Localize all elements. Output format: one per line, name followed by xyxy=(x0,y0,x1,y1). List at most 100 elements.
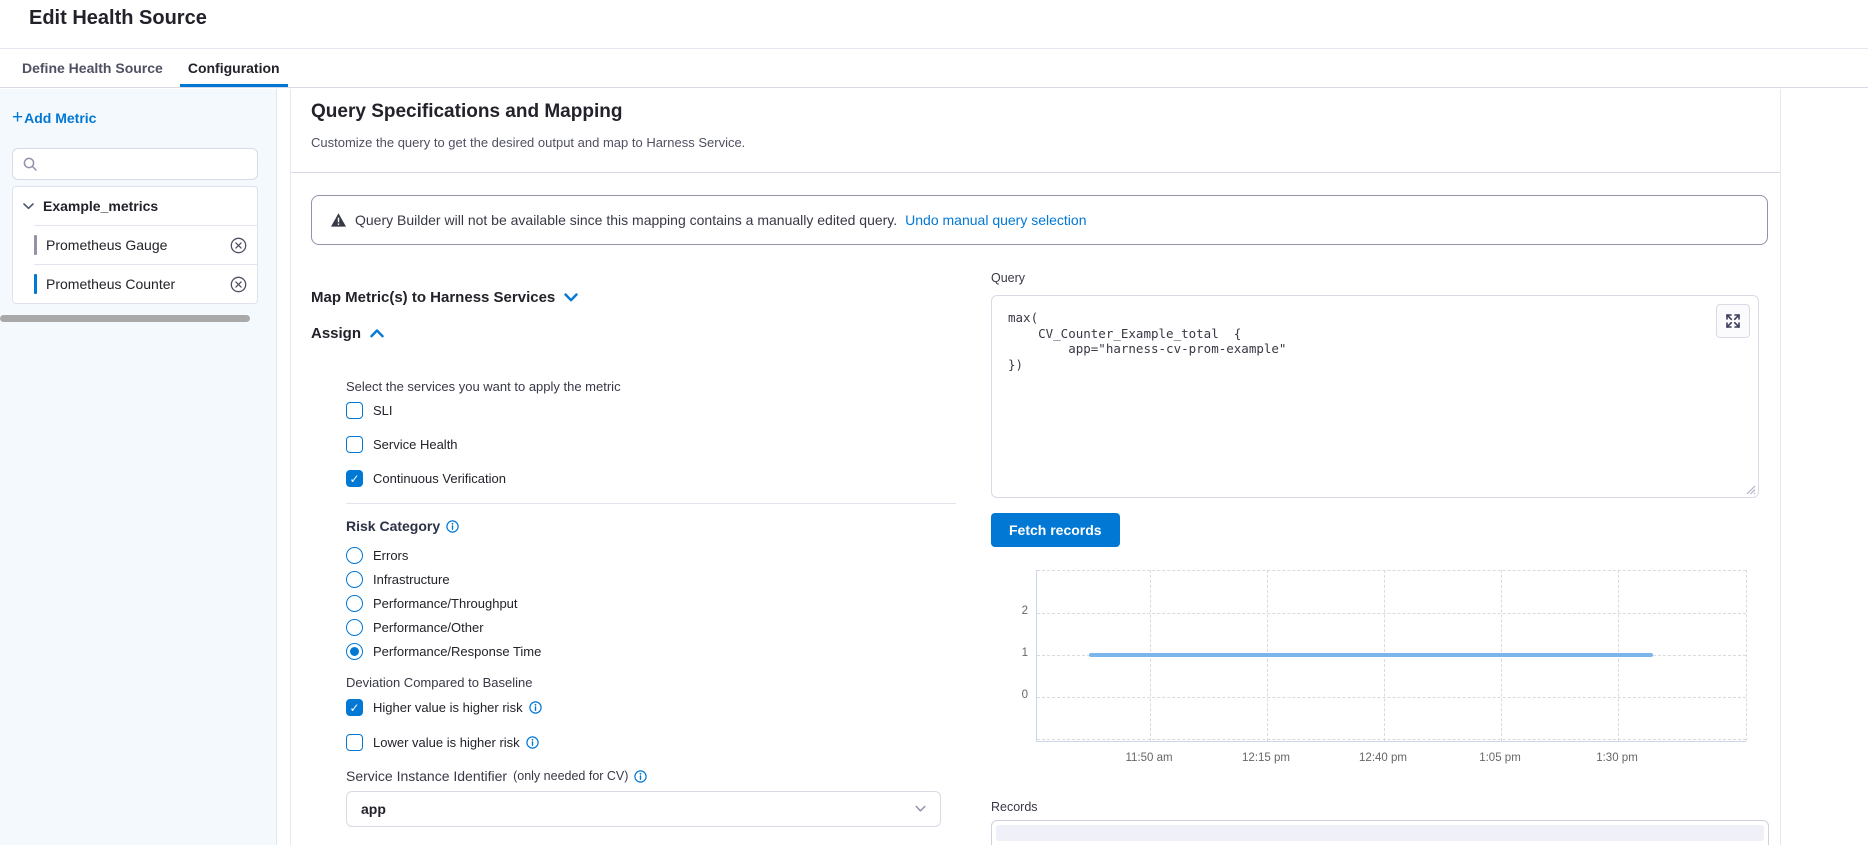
section-heading: Query Specifications and Mapping xyxy=(311,101,622,123)
metric-item-prometheus-counter[interactable]: Prometheus Counter xyxy=(13,265,257,303)
radio-circle xyxy=(346,619,363,636)
query-textarea[interactable]: max( CV_Counter_Example_total { app="har… xyxy=(991,295,1759,498)
radio-label: Infrastructure xyxy=(373,572,450,587)
add-metric-button[interactable]: Add Metric xyxy=(12,110,96,126)
radio-errors[interactable]: Errors xyxy=(346,547,408,564)
checkbox-lower-value-higher-risk[interactable]: Lower value is higher risk xyxy=(346,734,539,751)
checkbox-box xyxy=(346,734,363,751)
warning-text: Query Builder will not be available sinc… xyxy=(355,212,897,228)
checkbox-label: Lower value is higher risk xyxy=(373,735,520,750)
info-icon[interactable] xyxy=(446,520,459,533)
select-chevron-icon xyxy=(915,805,926,813)
radio-label: Performance/Response Time xyxy=(373,644,541,659)
services-select-label: Select the services you want to apply th… xyxy=(346,379,621,394)
query-label: Query xyxy=(991,271,1025,285)
info-icon[interactable] xyxy=(634,770,647,783)
assign-section-toggle[interactable]: Assign xyxy=(311,325,384,342)
query-text: max( CV_Counter_Example_total { app="har… xyxy=(1008,310,1286,372)
gridline xyxy=(1037,613,1746,614)
main-panel: Query Specifications and Mapping Customi… xyxy=(290,89,1781,845)
checkbox-label: Higher value is higher risk xyxy=(373,700,523,715)
undo-manual-query-link[interactable]: Undo manual query selection xyxy=(905,212,1086,228)
metric-group-label: Example_metrics xyxy=(43,198,158,214)
radio-performance-response-time[interactable]: Performance/Response Time xyxy=(346,643,541,660)
risk-category-label: Risk Category xyxy=(346,518,459,534)
select-value: app xyxy=(361,801,386,817)
edit-health-source-page: Edit Health Source Define Health Source … xyxy=(0,0,1868,845)
radio-infrastructure[interactable]: Infrastructure xyxy=(346,571,450,588)
radio-circle xyxy=(346,643,363,660)
checkbox-box xyxy=(346,470,363,487)
divider xyxy=(346,503,956,504)
assign-label: Assign xyxy=(311,325,361,342)
records-panel xyxy=(991,820,1769,845)
tab-bar: Define Health Source Configuration xyxy=(0,48,1868,88)
metric-search-input[interactable] xyxy=(12,148,258,180)
checkbox-label: SLI xyxy=(373,403,393,418)
metric-accent-bar xyxy=(34,274,37,294)
records-header-row xyxy=(996,825,1764,841)
x-axis-tick: 11:50 am xyxy=(1125,752,1172,764)
query-results-chart xyxy=(1036,570,1746,742)
map-metrics-section-toggle[interactable]: Map Metric(s) to Harness Services xyxy=(311,289,578,306)
metric-item-label: Prometheus Counter xyxy=(46,276,175,292)
service-instance-note: (only needed for CV) xyxy=(513,769,628,783)
checkbox-box xyxy=(346,402,363,419)
service-instance-identifier-label: Service Instance Identifier (only needed… xyxy=(346,768,647,784)
x-axis-tick: 1:05 pm xyxy=(1479,752,1521,764)
y-axis-tick: 1 xyxy=(998,647,1028,659)
metric-tree: Example_metrics Prometheus Gauge Prometh… xyxy=(12,186,258,304)
metric-item-prometheus-gauge[interactable]: Prometheus Gauge xyxy=(13,226,257,264)
gridline xyxy=(1037,697,1746,698)
radio-performance-other[interactable]: Performance/Other xyxy=(346,619,484,636)
chevron-up-icon xyxy=(370,328,384,339)
radio-label: Performance/Other xyxy=(373,620,484,635)
delete-metric-icon[interactable] xyxy=(229,275,248,294)
records-label: Records xyxy=(991,800,1038,814)
checkbox-box xyxy=(346,699,363,716)
fetch-records-button[interactable]: Fetch records xyxy=(991,513,1120,547)
checkbox-label: Continuous Verification xyxy=(373,471,506,486)
tab-configuration[interactable]: Configuration xyxy=(188,49,280,87)
checkbox-service-health[interactable]: Service Health xyxy=(346,436,458,453)
info-icon[interactable] xyxy=(526,736,539,749)
service-instance-select[interactable]: app xyxy=(346,791,941,827)
divider xyxy=(291,172,1780,173)
radio-label: Errors xyxy=(373,548,408,563)
chevron-down-icon xyxy=(564,292,578,303)
info-icon[interactable] xyxy=(529,701,542,714)
sidebar: Add Metric Example_metrics Prometheus Ga… xyxy=(0,89,277,845)
metric-group-example-metrics[interactable]: Example_metrics xyxy=(13,187,257,225)
tab-define-health-source[interactable]: Define Health Source xyxy=(22,49,163,87)
section-subheading: Customize the query to get the desired o… xyxy=(311,135,745,150)
sidebar-horizontal-scrollbar[interactable] xyxy=(0,315,250,322)
metric-accent-bar xyxy=(34,235,37,255)
chevron-down-icon xyxy=(23,201,34,211)
delete-metric-icon[interactable] xyxy=(229,236,248,255)
radio-circle xyxy=(346,595,363,612)
expand-icon xyxy=(1725,313,1741,329)
radio-label: Performance/Throughput xyxy=(373,596,518,611)
map-metrics-label: Map Metric(s) to Harness Services xyxy=(311,289,555,306)
plus-icon xyxy=(12,111,23,125)
resize-handle-icon[interactable] xyxy=(1744,483,1756,495)
x-axis-tick: 12:15 pm xyxy=(1242,752,1290,764)
checkbox-sli[interactable]: SLI xyxy=(346,402,393,419)
y-axis-tick: 0 xyxy=(998,689,1028,701)
gridline xyxy=(1746,570,1747,741)
checkbox-label: Service Health xyxy=(373,437,458,452)
checkbox-continuous-verification[interactable]: Continuous Verification xyxy=(346,470,506,487)
warning-triangle-icon xyxy=(330,212,347,228)
add-metric-label: Add Metric xyxy=(24,110,96,126)
chart-series-line xyxy=(1089,653,1653,657)
checkbox-higher-value-higher-risk[interactable]: Higher value is higher risk xyxy=(346,699,542,716)
checkbox-box xyxy=(346,436,363,453)
radio-performance-throughput[interactable]: Performance/Throughput xyxy=(346,595,518,612)
expand-query-button[interactable] xyxy=(1716,304,1750,338)
radio-circle xyxy=(346,547,363,564)
gridline xyxy=(1037,739,1746,740)
page-title: Edit Health Source xyxy=(29,7,207,30)
search-icon xyxy=(22,156,38,172)
radio-circle xyxy=(346,571,363,588)
query-builder-warning-banner: Query Builder will not be available sinc… xyxy=(311,195,1768,245)
